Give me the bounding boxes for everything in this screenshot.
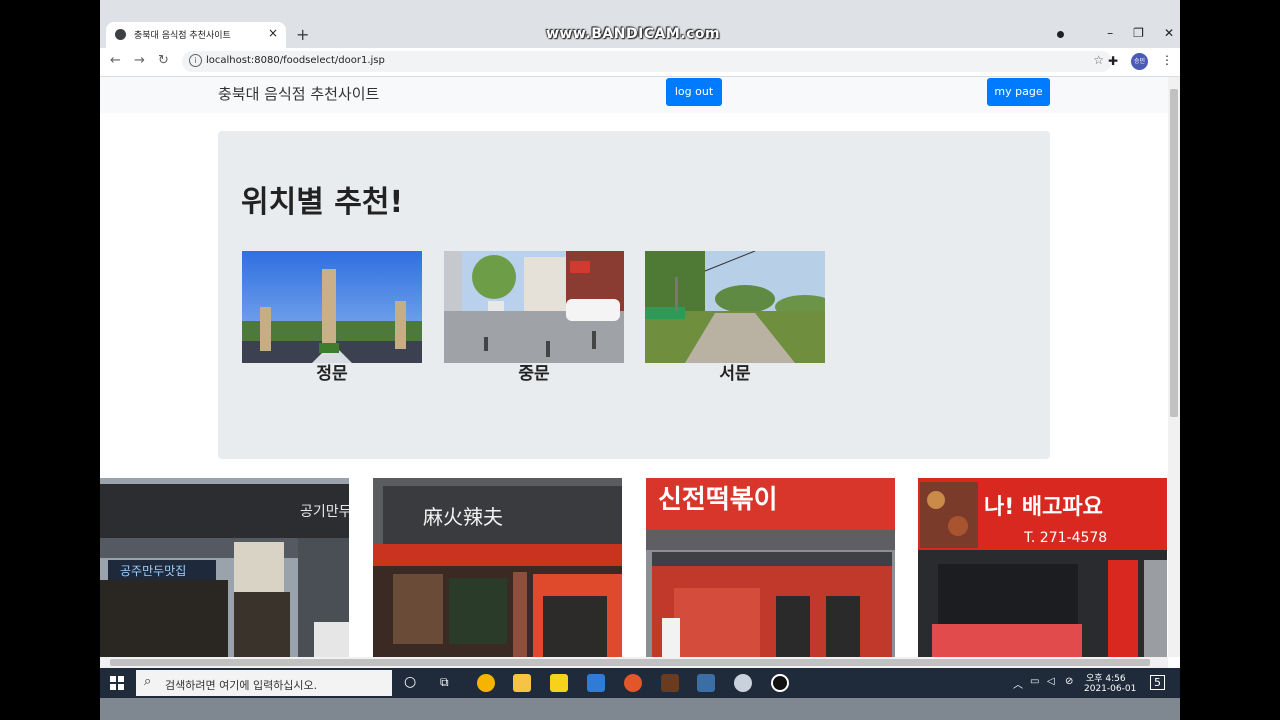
extensions-icon[interactable]: ✚ — [1108, 54, 1118, 68]
window-controls: – ❐ ✕ — [1107, 26, 1174, 40]
app-icon[interactable] — [734, 674, 752, 692]
shop-sign-text: 신전떡볶이 — [658, 485, 778, 515]
jumbotron-title: 위치별 추천! — [241, 185, 404, 220]
west-gate-photo[interactable] — [645, 251, 825, 363]
info-icon[interactable]: i — [189, 54, 202, 67]
ime-icon[interactable]: ⊘ — [1065, 676, 1073, 687]
shop-sub-text: 공주만두맛집 — [120, 564, 186, 578]
browser-tab[interactable]: 충북대 음식점 추천사이트 × — [106, 22, 286, 48]
globe-icon — [115, 29, 126, 40]
volume-icon[interactable]: ◁ — [1047, 676, 1055, 687]
location-card-middle-gate[interactable]: 중문 — [444, 251, 624, 385]
chrome-icon[interactable] — [477, 674, 495, 692]
logout-button[interactable]: log out — [666, 78, 722, 106]
windows-start-icon[interactable] — [110, 676, 124, 690]
taskbar-search-box[interactable]: ⌕ 검색하려면 여기에 입력하십시오. — [136, 670, 392, 696]
file-explorer-icon[interactable] — [513, 674, 531, 692]
address-bar[interactable]: i localhost:8080/foodselect/door1.jsp ☆ — [182, 51, 1112, 72]
network-icon[interactable]: ▭ — [1030, 676, 1039, 687]
new-tab-button[interactable]: + — [296, 25, 309, 44]
location-card-main-gate[interactable]: 정문 — [242, 251, 422, 385]
location-label[interactable]: 중문 — [444, 363, 624, 385]
record-icon — [1055, 29, 1066, 40]
location-label[interactable]: 서문 — [645, 363, 825, 385]
recorder-watermark: www.BANDICAM.com — [546, 26, 721, 42]
vertical-scroll-thumb[interactable] — [1170, 89, 1178, 417]
middle-gate-photo[interactable] — [444, 251, 624, 363]
restore-button[interactable]: ❐ — [1133, 26, 1144, 40]
more-menu-icon[interactable]: ⋮ — [1161, 53, 1173, 67]
shop-sign-text: 麻火辣夫 — [423, 505, 503, 529]
site-navbar: 충북대 음식점 추천사이트 log out my page — [100, 77, 1168, 113]
search-placeholder[interactable]: 검색하려면 여기에 입력하십시오. — [165, 677, 317, 693]
restaurant-card[interactable]: 신전떡볶이 — [646, 478, 895, 657]
tray-chevron-icon[interactable]: ︿ — [1013, 676, 1023, 691]
main-gate-photo[interactable] — [242, 251, 422, 363]
screen-bottom-strip — [100, 698, 1180, 720]
horizontal-scrollbar[interactable] — [100, 657, 1168, 668]
web-page: 충북대 음식점 추천사이트 log out my page 위치별 추천! 정문… — [100, 77, 1168, 657]
profile-avatar[interactable]: 승민 — [1131, 53, 1148, 70]
mypage-button[interactable]: my page — [987, 78, 1050, 106]
location-jumbotron: 위치별 추천! 정문 중문 서문 — [218, 131, 1050, 459]
horizontal-scroll-thumb[interactable] — [110, 659, 1150, 666]
vertical-scrollbar[interactable] — [1168, 77, 1180, 657]
shop-sign-text: 공기만두 — [300, 504, 349, 520]
app-icon[interactable] — [624, 674, 642, 692]
sticky-notes-icon[interactable] — [550, 674, 568, 692]
close-window-button[interactable]: ✕ — [1164, 26, 1174, 40]
notification-icon[interactable]: 5 — [1150, 675, 1165, 690]
tab-title: 충북대 음식점 추천사이트 — [134, 31, 231, 41]
url-text[interactable]: localhost:8080/foodselect/door1.jsp — [206, 55, 385, 66]
tab-close-icon[interactable]: × — [268, 26, 278, 40]
browser-toolbar: ← → ↻ i localhost:8080/foodselect/door1.… — [100, 48, 1180, 77]
app-icon[interactable] — [661, 674, 679, 692]
location-label[interactable]: 정문 — [242, 363, 422, 385]
minimize-button[interactable]: – — [1107, 26, 1113, 40]
app-icon[interactable] — [587, 674, 605, 692]
clock-time[interactable]: 오후 4:56 — [1086, 671, 1126, 684]
shop-sign-text: 나! 배고파요 — [984, 495, 1103, 520]
reload-icon[interactable]: ↻ — [158, 53, 169, 68]
restaurant-card[interactable]: 麻火辣夫 — [373, 478, 622, 657]
back-icon[interactable]: ← — [110, 53, 121, 68]
browser-tab-bar: 충북대 음식점 추천사이트 × + www.BANDICAM.com – ❐ ✕ — [100, 0, 1180, 48]
clock-date[interactable]: 2021-06-01 — [1084, 684, 1136, 694]
restaurant-card[interactable]: 공기만두 공주만두맛집 — [100, 478, 349, 657]
site-brand[interactable]: 충북대 음식점 추천사이트 — [218, 83, 379, 104]
forward-icon[interactable]: → — [134, 53, 145, 68]
cortana-icon[interactable]: ○ — [404, 674, 416, 690]
bookmark-star-icon[interactable]: ☆ — [1093, 53, 1104, 67]
shop-sub-text: T. 271-4578 — [1023, 530, 1107, 546]
windows-taskbar: ⌕ 검색하려면 여기에 입력하십시오. ○ ⧉ ︿ ▭ ◁ ⊘ 오후 4:56 … — [100, 668, 1180, 698]
app-icon[interactable] — [697, 674, 715, 692]
restaurant-card[interactable]: 나! 배고파요 T. 271-4578 — [918, 478, 1167, 657]
task-view-icon[interactable]: ⧉ — [440, 675, 449, 690]
search-icon: ⌕ — [144, 674, 152, 689]
bandicam-record-icon[interactable] — [771, 674, 789, 692]
screen: 충북대 음식점 추천사이트 × + www.BANDICAM.com – ❐ ✕… — [100, 0, 1180, 720]
location-card-west-gate[interactable]: 서문 — [645, 251, 825, 385]
